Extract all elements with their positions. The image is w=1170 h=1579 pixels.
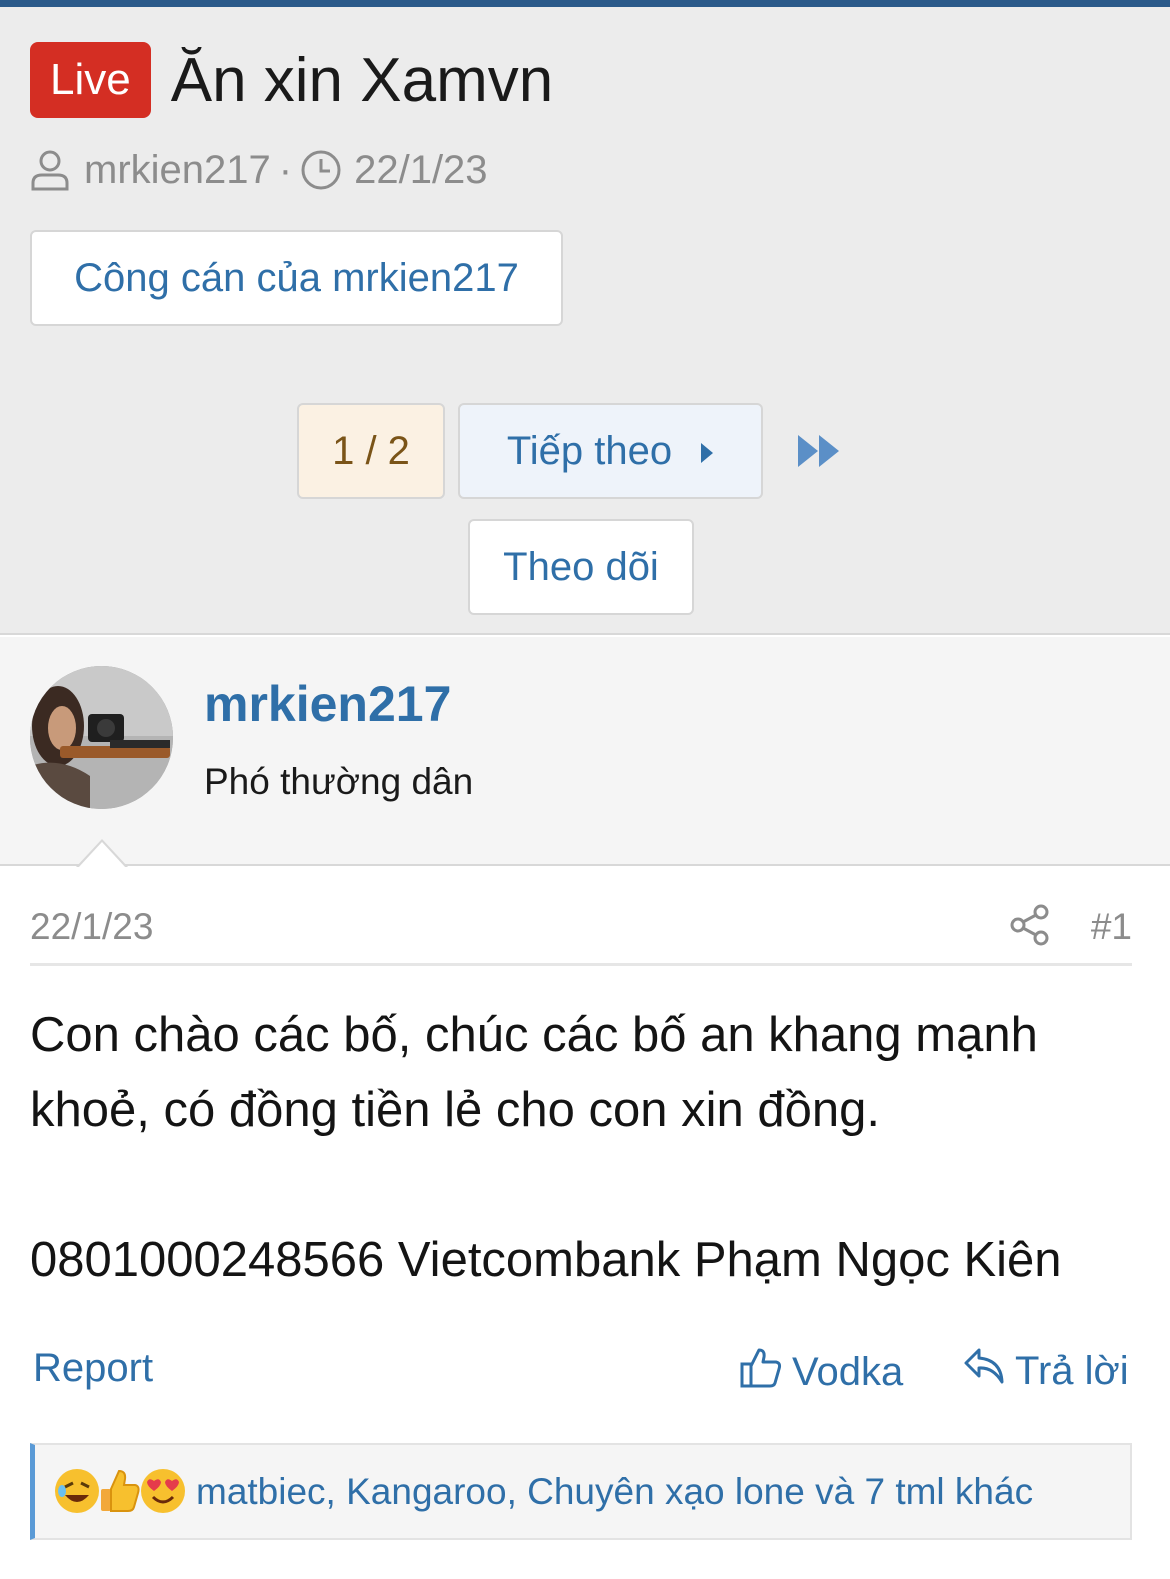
meta-separator: ·: [278, 147, 293, 192]
post-number[interactable]: #1: [1091, 906, 1132, 948]
reactions-bar[interactable]: matbiec, Kangaroo, Chuyên xạo lone và 7 …: [30, 1443, 1132, 1540]
page-indicator-button[interactable]: 1 / 2: [297, 403, 445, 499]
post-body: Con chào các bố, chúc các bố an khang mạ…: [30, 998, 1140, 1298]
thread-meta: mrkien217 · 22/1/23: [30, 145, 488, 195]
author-posts-button[interactable]: Công cán của mrkien217: [30, 230, 563, 326]
react-button[interactable]: Vodka: [740, 1346, 903, 1398]
thread-header: Live Ăn xin Xamvn mrkien217 · 22/1/23 Cô…: [0, 7, 1170, 635]
reply-icon: [963, 1346, 1015, 1396]
thread-title: Ăn xin Xamvn: [170, 45, 554, 115]
next-page-label: Tiếp theo: [506, 428, 673, 473]
caret-right-icon: [700, 429, 714, 474]
post-date[interactable]: 22/1/23: [30, 906, 153, 948]
post-body-line: 0801000248566 Vietcombank Phạm Ngọc Kiên: [30, 1233, 1062, 1287]
report-link[interactable]: Report: [33, 1346, 153, 1391]
reaction-users[interactable]: matbiec, Kangaroo, Chuyên xạo lone và 7 …: [196, 1471, 1033, 1513]
post-body-line: Con chào các bố, chúc các bố an khang mạ…: [30, 1008, 1038, 1062]
thumbs-up-emoji-icon: [95, 1467, 143, 1515]
last-page-icon[interactable]: [796, 434, 842, 473]
thread-author[interactable]: mrkien217: [84, 148, 271, 193]
post-header: 22/1/23 #1: [30, 898, 1132, 966]
thread-date[interactable]: 22/1/23: [354, 148, 487, 193]
clock-icon: [300, 149, 342, 191]
reaction-emojis: [53, 1467, 188, 1517]
rofl-emoji-icon: [53, 1467, 101, 1515]
reply-label: Trả lời: [1015, 1348, 1129, 1393]
react-label: Vodka: [792, 1349, 904, 1394]
user-rank: Phó thường dân: [204, 761, 474, 802]
share-icon[interactable]: [1010, 904, 1050, 951]
post-body-line: khoẻ, có đồng tiền lẻ cho con xin đồng.: [30, 1083, 880, 1137]
follow-button[interactable]: Theo dõi: [468, 519, 694, 615]
top-bar: [0, 0, 1170, 7]
next-page-button[interactable]: Tiếp theo: [458, 403, 763, 499]
user-caret-fill: [78, 842, 126, 868]
title-row: Live Ăn xin Xamvn: [30, 41, 553, 119]
reply-button[interactable]: Trả lời: [963, 1346, 1129, 1396]
live-badge[interactable]: Live: [30, 42, 151, 118]
heart-eyes-emoji-icon: [139, 1467, 187, 1515]
avatar[interactable]: [30, 666, 173, 809]
post-actions: Report Vodka Trả lời: [30, 1340, 1132, 1400]
post-body-line: [30, 1148, 1140, 1223]
post-user-block: mrkien217 Phó thường dân: [0, 637, 1170, 866]
user-icon: [30, 149, 70, 191]
post-username[interactable]: mrkien217: [204, 675, 451, 733]
thumbs-up-icon: [740, 1346, 792, 1398]
